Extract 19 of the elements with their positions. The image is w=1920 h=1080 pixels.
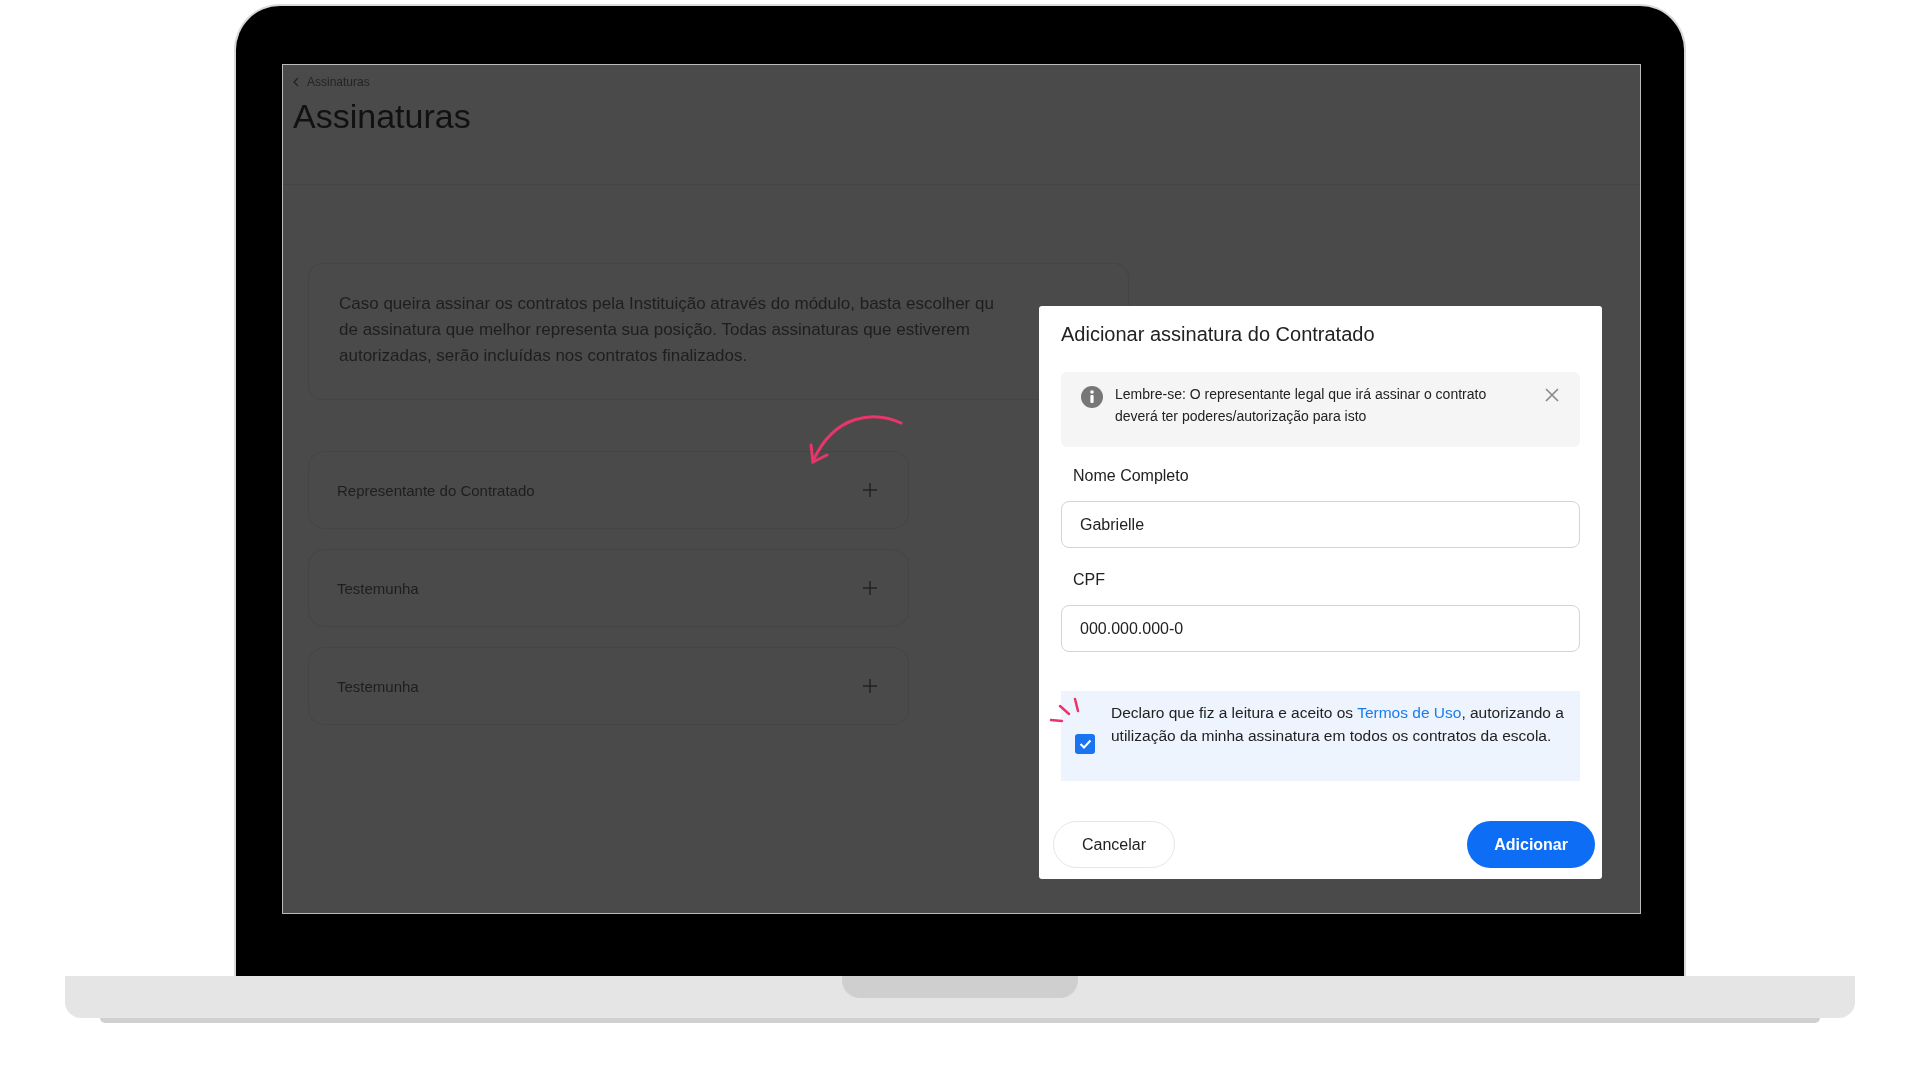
add-button[interactable]: Adicionar xyxy=(1467,821,1595,868)
back-chevron-icon[interactable] xyxy=(293,77,299,87)
dialog-title: Adicionar assinatura do Contratado xyxy=(1061,322,1376,347)
field-label: CPF xyxy=(1073,571,1106,590)
alert-text: Lembre-se: O representante legal que irá assinar o contrato deverá ter poderes/autorização para isto xyxy=(1115,385,1488,426)
plus-icon[interactable] xyxy=(863,483,877,497)
cancel-button[interactable]: Cancelar xyxy=(1053,821,1176,868)
page-title: Assinaturas xyxy=(293,97,472,136)
close-icon[interactable] xyxy=(1544,387,1560,403)
terms-link[interactable]: Termos de Uso xyxy=(1357,704,1462,721)
plus-icon[interactable] xyxy=(863,679,877,693)
consent-text: Declaro que fiz a leitura e aceito os Termos de Uso, autorizando a utilização da minha assinatura em todos os contratos da escola. xyxy=(1111,703,1565,746)
check-icon xyxy=(1078,739,1092,749)
field-label: Nome Completo xyxy=(1073,467,1190,486)
plus-icon[interactable] xyxy=(863,581,877,595)
input-field[interactable]: 000.000.000-0 xyxy=(1061,605,1580,652)
info-icon xyxy=(1081,386,1103,408)
input-field[interactable]: Gabrielle xyxy=(1061,501,1580,548)
checkbox[interactable] xyxy=(1075,734,1095,754)
